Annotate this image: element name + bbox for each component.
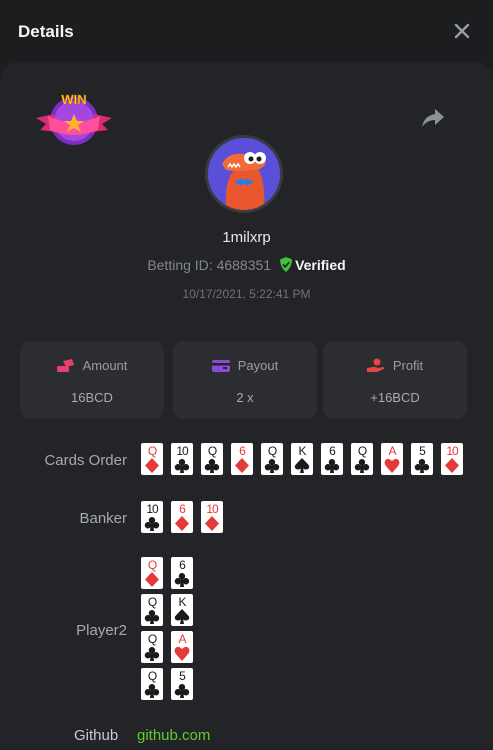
- club-suit-icon: [144, 647, 160, 661]
- close-icon[interactable]: [451, 20, 473, 42]
- card-rank: K: [298, 444, 306, 458]
- diamond-suit-icon: [145, 458, 159, 473]
- club-suit-icon: [324, 459, 340, 473]
- club-suit-icon: [174, 459, 190, 473]
- cards-order-card: 6: [321, 443, 343, 475]
- heart-suit-icon: [384, 458, 400, 473]
- stat-profit-label: Profit: [392, 358, 424, 373]
- profit-hand-icon: [366, 358, 385, 372]
- stat-amount-label: Amount: [82, 358, 128, 373]
- card-rank: 6: [179, 558, 186, 572]
- share-icon[interactable]: [420, 106, 446, 130]
- card-rank: A: [178, 632, 186, 646]
- cards-order-card: 6: [231, 443, 253, 475]
- player-card: 5: [171, 668, 193, 700]
- heart-suit-icon: [174, 646, 190, 661]
- cards-order-card: Q: [261, 443, 283, 475]
- club-suit-icon: [174, 684, 190, 698]
- avatar-image: [208, 138, 280, 210]
- details-modal: Details WIN 1milxrp Betting ID: 4688351 …: [0, 0, 493, 750]
- stat-profit: Profit +16BCD: [323, 341, 467, 419]
- card-rank: A: [388, 444, 396, 458]
- player-card: K: [171, 594, 193, 626]
- card-rank: Q: [357, 444, 367, 458]
- verified-shield-icon: [280, 257, 293, 272]
- betting-id-line: Betting ID: 4688351 Verified: [0, 257, 493, 273]
- diamond-suit-icon: [235, 458, 249, 473]
- card-rank: K: [178, 595, 186, 609]
- cards-order-card: Q: [351, 443, 373, 475]
- bet-date: 10/17/2021, 5:22:41 PM: [182, 287, 311, 301]
- username: 1milxrp: [222, 229, 271, 246]
- player-card: Q: [141, 557, 163, 589]
- cards-order-card: A: [381, 443, 403, 475]
- spade-suit-icon: [174, 609, 190, 624]
- club-suit-icon: [354, 459, 370, 473]
- modal-title: Details: [18, 22, 74, 41]
- diamond-suit-icon: [205, 516, 219, 531]
- card-rank: Q: [207, 444, 217, 458]
- card-rank: 10: [206, 502, 218, 516]
- modal-header: Details: [0, 0, 493, 62]
- card-rank: Q: [147, 595, 157, 609]
- cards-order-card: 5: [411, 443, 433, 475]
- club-suit-icon: [144, 517, 160, 531]
- club-suit-icon: [144, 610, 160, 624]
- betting-id: Betting ID: 4688351: [147, 257, 272, 273]
- banker-card: 10: [141, 501, 163, 533]
- banker-label: Banker: [79, 510, 127, 527]
- card-rank: 10: [176, 444, 188, 458]
- club-suit-icon: [174, 573, 190, 587]
- win-badge: WIN: [36, 92, 112, 145]
- cards-order-card: K: [291, 443, 313, 475]
- player-card: A: [171, 631, 193, 663]
- cards-order-card: Q: [141, 443, 163, 475]
- stat-profit-value: +16BCD: [370, 390, 420, 405]
- club-suit-icon: [204, 459, 220, 473]
- player-card: Q: [141, 668, 163, 700]
- spade-suit-icon: [294, 458, 310, 473]
- card-rank: Q: [147, 669, 157, 683]
- cards-order-card: 10: [441, 443, 463, 475]
- player-card: Q: [141, 631, 163, 663]
- cards-order-card: 10: [171, 443, 193, 475]
- avatar: [205, 135, 283, 213]
- card-rank: 5: [419, 444, 426, 458]
- club-suit-icon: [414, 459, 430, 473]
- coins-icon: [56, 359, 74, 372]
- card-rank: 6: [179, 502, 186, 516]
- verified-label: Verified: [295, 257, 346, 273]
- card-rank: 10: [446, 444, 458, 458]
- club-suit-icon: [144, 684, 160, 698]
- cards-order-label: Cards Order: [44, 452, 127, 469]
- github-label: Github: [74, 727, 119, 744]
- svg-text:WIN: WIN: [61, 92, 86, 107]
- card-rank: 5: [179, 669, 186, 683]
- card-rank: Q: [147, 444, 157, 458]
- stat-amount-value: 16BCD: [71, 390, 113, 405]
- diamond-suit-icon: [145, 572, 159, 587]
- diamond-suit-icon: [175, 516, 189, 531]
- player-label: Player2: [76, 622, 127, 639]
- stat-payout: Payout 2 x: [173, 341, 317, 419]
- player-card: 6: [171, 557, 193, 589]
- stat-payout-label: Payout: [237, 358, 279, 373]
- github-link[interactable]: github.com: [137, 727, 210, 744]
- card-rank: Q: [267, 444, 277, 458]
- stat-payout-value: 2 x: [236, 390, 254, 405]
- banker-card: 6: [171, 501, 193, 533]
- card-rank: 6: [239, 444, 246, 458]
- card-rank: 6: [329, 444, 336, 458]
- card-rank: Q: [147, 632, 157, 646]
- diamond-suit-icon: [445, 458, 459, 473]
- club-suit-icon: [264, 459, 280, 473]
- stat-amount: Amount 16BCD: [20, 341, 164, 419]
- wallet-icon: [211, 360, 230, 372]
- player-card: Q: [141, 594, 163, 626]
- card-rank: Q: [147, 558, 157, 572]
- card-rank: 10: [146, 502, 158, 516]
- cards-order-card: Q: [201, 443, 223, 475]
- banker-card: 10: [201, 501, 223, 533]
